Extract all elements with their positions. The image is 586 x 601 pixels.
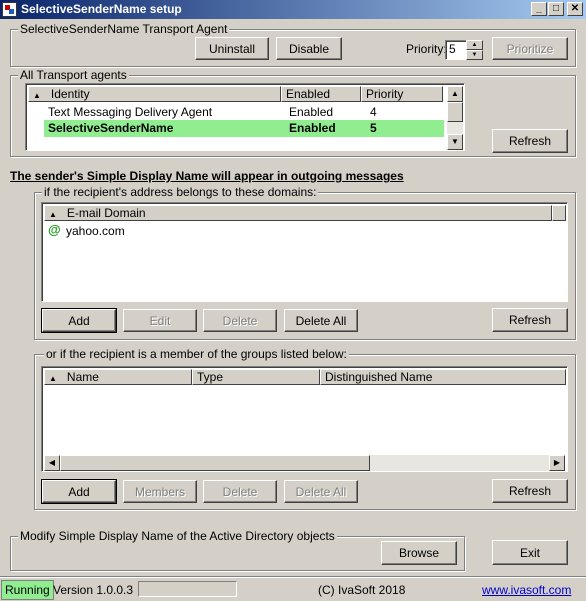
group-refresh-button[interactable]: Refresh xyxy=(492,479,568,503)
column-header-enabled[interactable]: Enabled xyxy=(281,86,361,102)
group-delete-all-button[interactable]: Delete All xyxy=(284,480,358,503)
scroll-down-icon[interactable]: ▼ xyxy=(447,134,463,150)
status-bar: Running Version 1.0.0.3 (C) IvaSoft 2018… xyxy=(0,576,586,601)
exit-button[interactable]: Exit xyxy=(492,540,568,565)
maximize-button[interactable]: □ xyxy=(548,2,564,16)
groups-hscrollbar[interactable]: ◀ ▶ xyxy=(44,455,565,471)
column-header-email-domain[interactable]: ▲ E-mail Domain xyxy=(44,205,552,221)
agents-scrollbar[interactable]: ▲ ▼ xyxy=(447,86,463,150)
column-header-distinguished-name[interactable]: Distinguished Name xyxy=(320,369,566,385)
cell-enabled: Enabled xyxy=(289,105,334,119)
domain-refresh-button[interactable]: Refresh xyxy=(492,308,568,332)
column-header-priority[interactable]: Priority xyxy=(361,86,443,102)
domains-list[interactable]: ▲ E-mail Domain @ yahoo.com xyxy=(41,202,568,302)
website-link[interactable]: www.ivasoft.com xyxy=(482,583,571,597)
column-header-type[interactable]: Type xyxy=(192,369,320,385)
table-row[interactable]: Text Messaging Delivery Agent Enabled 4 xyxy=(28,103,448,120)
cell-identity: Text Messaging Delivery Agent xyxy=(48,105,213,119)
groups-list[interactable]: ▲ Name Type Distinguished Name ◀ ▶ xyxy=(41,366,568,472)
cell-enabled: Enabled xyxy=(289,121,336,135)
domains-group-label: if the recipient's address belongs to th… xyxy=(42,185,319,199)
domain-add-button[interactable]: Add xyxy=(41,308,117,333)
priority-spinner[interactable]: ▲ ▼ xyxy=(466,40,483,60)
scroll-left-icon[interactable]: ◀ xyxy=(44,455,60,471)
group-delete-button[interactable]: Delete xyxy=(203,480,277,503)
sort-up-icon: ▲ xyxy=(49,374,57,383)
window-title: SelectiveSenderName setup xyxy=(21,2,182,16)
cell-priority: 4 xyxy=(370,105,377,119)
close-button[interactable]: ✕ xyxy=(567,2,583,16)
disable-button[interactable]: Disable xyxy=(276,37,342,60)
column-header-name[interactable]: ▲ Name xyxy=(44,369,192,385)
section-heading: The sender's Simple Display Name will ap… xyxy=(10,169,404,183)
list-item[interactable]: @ yahoo.com xyxy=(46,222,246,240)
status-running-badge: Running xyxy=(1,580,54,600)
cell-identity: SelectiveSenderName xyxy=(48,121,174,135)
group-members-button[interactable]: Members xyxy=(123,480,197,503)
table-row-selected[interactable]: SelectiveSenderName Enabled 5 xyxy=(44,120,444,137)
scroll-thumb[interactable] xyxy=(60,455,370,471)
app-icon xyxy=(2,2,17,17)
minimize-button[interactable]: _ xyxy=(531,2,547,16)
domain-edit-button[interactable]: Edit xyxy=(123,309,197,332)
scroll-right-icon[interactable]: ▶ xyxy=(549,455,565,471)
sort-up-icon: ▲ xyxy=(49,210,57,219)
domain-delete-button[interactable]: Delete xyxy=(203,309,277,332)
column-header-filler xyxy=(552,205,566,221)
at-sign-icon: @ xyxy=(48,222,61,237)
agents-list[interactable]: ▲ Identity Enabled Priority Text Messagin… xyxy=(25,83,465,151)
status-progress-panel xyxy=(138,581,237,597)
status-copyright: (C) IvaSoft 2018 xyxy=(318,583,406,597)
sort-up-icon: ▲ xyxy=(33,91,41,100)
column-header-identity[interactable]: ▲ Identity xyxy=(28,86,281,102)
spinner-down-icon[interactable]: ▼ xyxy=(466,50,483,60)
prioritize-button[interactable]: Prioritize xyxy=(492,37,568,60)
modify-group-label: Modify Simple Display Name of the Active… xyxy=(18,529,337,543)
status-version: Version 1.0.0.3 xyxy=(53,583,134,597)
agents-refresh-button[interactable]: Refresh xyxy=(492,129,568,153)
all-agents-group-label: All Transport agents xyxy=(18,68,129,82)
domain-name: yahoo.com xyxy=(66,224,125,238)
cell-priority: 5 xyxy=(370,121,377,135)
spinner-up-icon[interactable]: ▲ xyxy=(466,40,483,50)
domain-delete-all-button[interactable]: Delete All xyxy=(284,309,358,332)
priority-label: Priority: xyxy=(406,42,447,56)
title-bar[interactable]: SelectiveSenderName setup _ □ ✕ xyxy=(0,0,586,19)
scroll-thumb[interactable] xyxy=(447,102,463,122)
browse-button[interactable]: Browse xyxy=(381,541,457,565)
groups-group-label: or if the recipient is a member of the g… xyxy=(44,347,349,361)
transport-agent-group-label: SelectiveSenderName Transport Agent xyxy=(18,22,230,36)
group-add-button[interactable]: Add xyxy=(41,479,117,504)
scroll-up-icon[interactable]: ▲ xyxy=(447,86,463,102)
priority-input[interactable]: 5 xyxy=(445,40,467,60)
uninstall-button[interactable]: Uninstall xyxy=(195,37,269,60)
